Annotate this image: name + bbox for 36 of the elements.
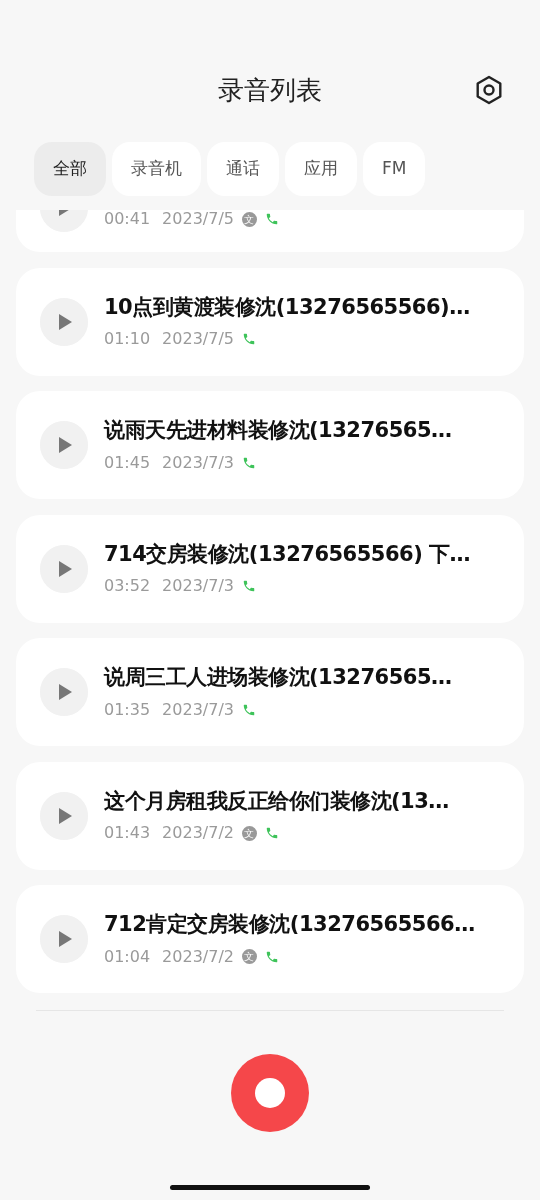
filter-tab[interactable]: FM (363, 142, 426, 196)
recording-title: 说雨天先进材料装修沈(13276565… (104, 417, 452, 445)
recording-title: 10点到黄渡装修沈(13276565566)… (104, 293, 470, 321)
filter-tab[interactable]: 录音机 (112, 142, 201, 196)
transcript-badge: 文 (241, 825, 257, 841)
recording-title: 这个月房租我反正给你们装修沈(13… (104, 787, 449, 815)
recording-duration: 01:43 (104, 822, 151, 845)
recording-card[interactable]: 10点到黄渡装修沈(13276565566)… 01:10 2023/7/5 (16, 267, 524, 376)
recording-date: 2023/7/2 (162, 945, 234, 968)
transcript-badge: 文 (241, 211, 257, 227)
recording-duration: 01:04 (104, 945, 151, 968)
recording-duration: 01:35 (104, 698, 151, 721)
recording-duration: 01:45 (104, 451, 151, 474)
recording-title: 714交房装修沈(13276565566) 下… (104, 540, 471, 568)
recording-card[interactable]: 说雨天先进材料装修沈(13276565… 01:45 2023/7/3 (16, 391, 524, 499)
transcript-badge: 文 (241, 949, 257, 965)
recording-card[interactable]: 712肯定交房装修沈(13276565566… 01:04 2023/7/2 文 (16, 885, 524, 993)
recording-duration: 00:41 (104, 210, 151, 230)
recording-title: 说周三工人进场装修沈(13276565… (104, 664, 452, 692)
filter-tab[interactable]: 全部 (34, 142, 106, 196)
recording-card[interactable]: 714交房装修沈(13276565566) 下… 03:52 2023/7/3 (16, 514, 524, 623)
filter-tab[interactable]: 应用 (285, 142, 357, 196)
recording-duration: 03:52 (104, 575, 151, 598)
settings-icon[interactable] (474, 75, 504, 105)
recording-date: 2023/7/5 (162, 210, 234, 230)
recording-date: 2023/7/3 (162, 575, 234, 598)
recording-card[interactable]: 这个月房租我反正给你们装修沈(13… 01:43 2023/7/2 文 (16, 761, 524, 870)
recording-date: 2023/7/3 (162, 698, 234, 721)
recording-duration: 01:10 (104, 328, 151, 351)
page-title: 录音列表 (218, 73, 322, 107)
recording-card[interactable]: 说周三工人进场装修沈(13276565… 01:35 2023/7/3 (16, 638, 524, 746)
recording-title: 712肯定交房装修沈(13276565566… (104, 911, 475, 939)
recording-date: 2023/7/2 (162, 822, 234, 845)
filter-tab[interactable]: 通话 (207, 142, 279, 196)
recording-date: 2023/7/5 (162, 328, 234, 351)
recording-date: 2023/7/3 (162, 451, 234, 474)
